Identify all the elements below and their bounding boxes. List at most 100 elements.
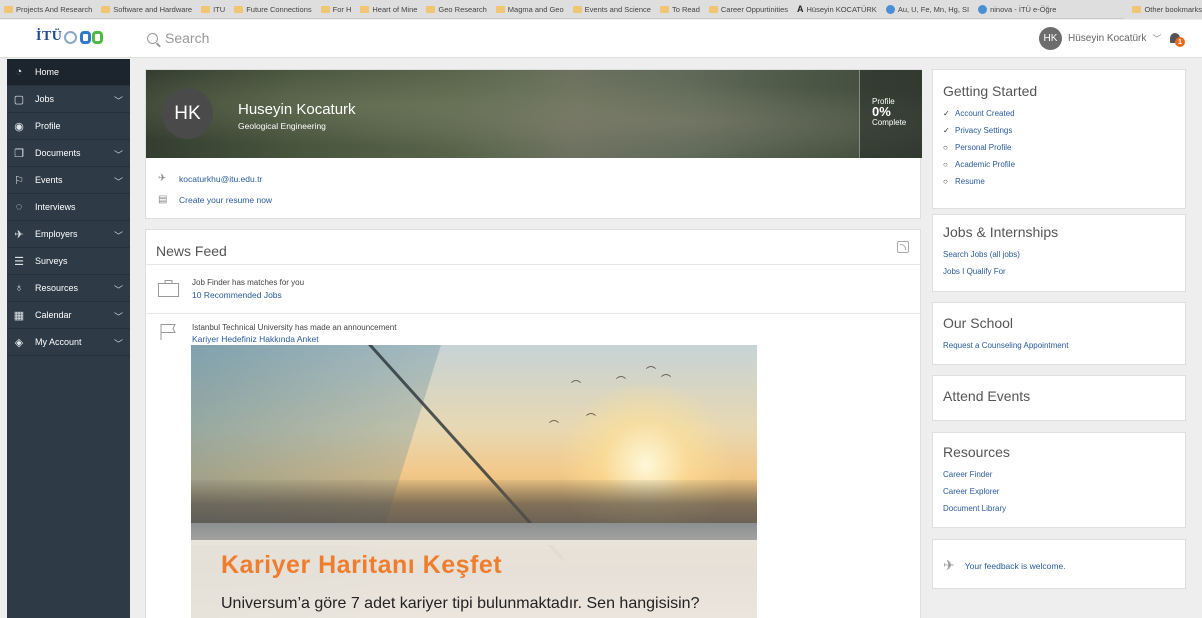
bookmark-item[interactable]: Events and Science [569, 0, 656, 18]
bookmark-label: To Read [671, 4, 700, 14]
getting-started-label: Privacy Settings [955, 126, 1013, 135]
lightbulb-icon: ♁ [14, 282, 24, 294]
rss-icon[interactable] [897, 241, 909, 253]
sidebar-item-events[interactable]: ⚐ Events ﹀ [7, 167, 130, 194]
search-jobs-link[interactable]: Search Jobs (all jobs) [943, 250, 1020, 259]
paper-plane-icon: ✈ [943, 557, 955, 573]
survey-link[interactable]: Kariyer Hedefiniz Hakkında Anket [192, 334, 319, 344]
sidebar-item-documents[interactable]: ❐ Documents ﹀ [7, 140, 130, 167]
sidebar-item-my-account[interactable]: ◈ My Account ﹀ [7, 329, 130, 356]
bookmark-item[interactable]: Magma and Geo [492, 0, 569, 18]
sidebar-item-profile[interactable]: ◉ Profile [7, 113, 130, 140]
sidebar-item-calendar[interactable]: ▦ Calendar ﹀ [7, 302, 130, 329]
feedback-link: Your feedback is welcome. [964, 560, 1066, 571]
bookmark-item[interactable]: To Read [656, 0, 705, 18]
user-menu[interactable]: HK Hüseyin Kocatürk ﹀ [1039, 27, 1161, 50]
bookmark-item[interactable]: A Hüseyin KOCATÜRK [793, 0, 882, 18]
folder-icon [4, 5, 13, 13]
sidebar-item-employers[interactable]: ✈ Employers ﹀ [7, 221, 130, 248]
site-favicon-icon [978, 4, 988, 14]
other-bookmarks[interactable]: Other bookmarks [1124, 0, 1202, 19]
getting-started-label: Account Created [955, 109, 1015, 118]
notification-bell[interactable]: 1 [1168, 30, 1185, 48]
bookmark-item[interactable]: ninova - İTÜ e-Öğre [974, 0, 1061, 18]
folder-icon [495, 5, 505, 13]
resume-row[interactable]: ▤ Create your resume now [158, 194, 272, 205]
folder-icon [1132, 6, 1142, 13]
career-explorer-link[interactable]: Career Explorer [943, 487, 999, 496]
sidebar-item-label: Documents [35, 148, 81, 158]
check-icon: ✓ [943, 109, 950, 118]
sidebar-item-interviews[interactable]: ◌ Interviews [7, 194, 130, 221]
our-school-title: Our School [943, 315, 1014, 331]
chevron-down-icon: ﹀ [113, 339, 123, 349]
getting-started-item[interactable]: ○ Personal Profile [943, 143, 1011, 152]
bookmark-label: Software and Hardware [113, 4, 193, 14]
bookmark-item[interactable]: Software and Hardware [97, 0, 197, 18]
sidebar-item-label: Events [35, 175, 63, 185]
search-input[interactable]: Search [147, 30, 547, 46]
folder-icon [234, 5, 244, 13]
profile-avatar[interactable]: HK [162, 88, 213, 139]
folder-icon [360, 5, 370, 13]
jobs-i-qualify-link[interactable]: Jobs I Qualify For [943, 267, 1006, 276]
bookmark-item[interactable]: Heart of Mine [356, 0, 422, 18]
bookmark-label: Career Oppurtinities [720, 4, 789, 14]
events-icon: ⚐ [14, 174, 24, 187]
bookmark-label: Future Connections [246, 4, 312, 14]
top-header: İTÜ Search HK Hüseyin Kocatürk ﹀ 1 [0, 20, 1202, 58]
bookmark-label: Projects And Research [16, 4, 93, 14]
getting-started-item[interactable]: ✓ Account Created [943, 109, 1015, 118]
bookmark-item[interactable]: Future Connections [230, 0, 316, 18]
bird-icon: ⌒ [616, 377, 626, 388]
recommended-jobs-link[interactable]: 10 Recommended Jobs [192, 290, 282, 300]
rocket-icon: ✈ [14, 228, 24, 241]
bird-icon: ⌒ [571, 381, 581, 392]
document-library-link[interactable]: Document Library [943, 504, 1006, 513]
bookmark-item[interactable]: Career Oppurtinities [705, 0, 793, 18]
folder-icon [572, 5, 582, 13]
bookmark-item[interactable]: Geo Research [422, 0, 491, 18]
attend-events-card[interactable]: Attend Events [932, 375, 1186, 421]
paper-plane-icon: ✈ [158, 173, 167, 184]
getting-started-item[interactable]: ✓ Privacy Settings [943, 126, 1012, 135]
feedback-card[interactable]: ✈ Your feedback is welcome. [932, 539, 1186, 589]
sidebar-item-label: Profile [35, 121, 61, 131]
jobs-internships-title: Jobs & Internships [943, 224, 1059, 240]
profile-completion[interactable]: Profile 0% Complete [859, 70, 922, 158]
getting-started-item[interactable]: ○ Resume [943, 177, 985, 186]
bookmark-label: Hüseyin KOCATÜRK [806, 4, 877, 14]
dashboard-icon: ◔ [15, 66, 23, 78]
announcement-subline: Universum’a göre 7 adet kariyer tipi bul… [221, 595, 700, 612]
chevron-down-icon: ﹀ [113, 285, 123, 295]
resources-title: Resources [943, 444, 1010, 460]
sidebar-item-surveys[interactable]: ☰ Surveys [7, 248, 130, 275]
bookmark-label: Au, U, Fe, Mn, Hg, SI [897, 4, 970, 14]
bookmark-item[interactable]: ITU [197, 0, 230, 18]
email-row[interactable]: ✈ kocaturkhu@itu.edu.tr [158, 173, 262, 184]
bird-icon: ⌒ [586, 414, 596, 425]
bookmark-item[interactable]: Au, U, Fe, Mn, Hg, SI [882, 0, 974, 18]
folder-icon [659, 5, 669, 13]
itu-logo[interactable]: İTÜ [36, 29, 104, 45]
career-finder-link[interactable]: Career Finder [943, 470, 992, 479]
flag-icon [160, 324, 176, 340]
sidebar-item-jobs[interactable]: ▢ Jobs ﹀ [7, 86, 130, 113]
bookmark-item[interactable]: Projects And Research [0, 0, 97, 18]
sidebar-item-resources[interactable]: ♁ Resources ﹀ [7, 275, 130, 302]
folder-icon [320, 5, 330, 13]
folder-icon [101, 5, 111, 13]
counseling-appointment-link[interactable]: Request a Counseling Appointment [943, 341, 1068, 350]
other-bookmarks-label: Other bookmarks [1144, 5, 1202, 14]
announcement-image[interactable]: ⌒ ⌒ ⌒ ⌒ ⌒ ⌒ Kariyer Haritanı Keşfet Univ… [191, 345, 757, 618]
sidebar-item-label: Employers [35, 229, 78, 239]
sidebar-item-home[interactable]: ◔ Home [7, 59, 130, 86]
getting-started-label: Academic Profile [955, 160, 1016, 169]
briefcase-icon [158, 280, 179, 297]
bookmark-item[interactable]: For H [317, 0, 357, 18]
getting-started-item[interactable]: ○ Academic Profile [943, 160, 1015, 169]
avatar: HK [1039, 27, 1062, 50]
circle-icon: ○ [943, 143, 948, 152]
site-favicon-icon: A [797, 4, 804, 14]
notification-badge: 1 [1175, 37, 1185, 47]
